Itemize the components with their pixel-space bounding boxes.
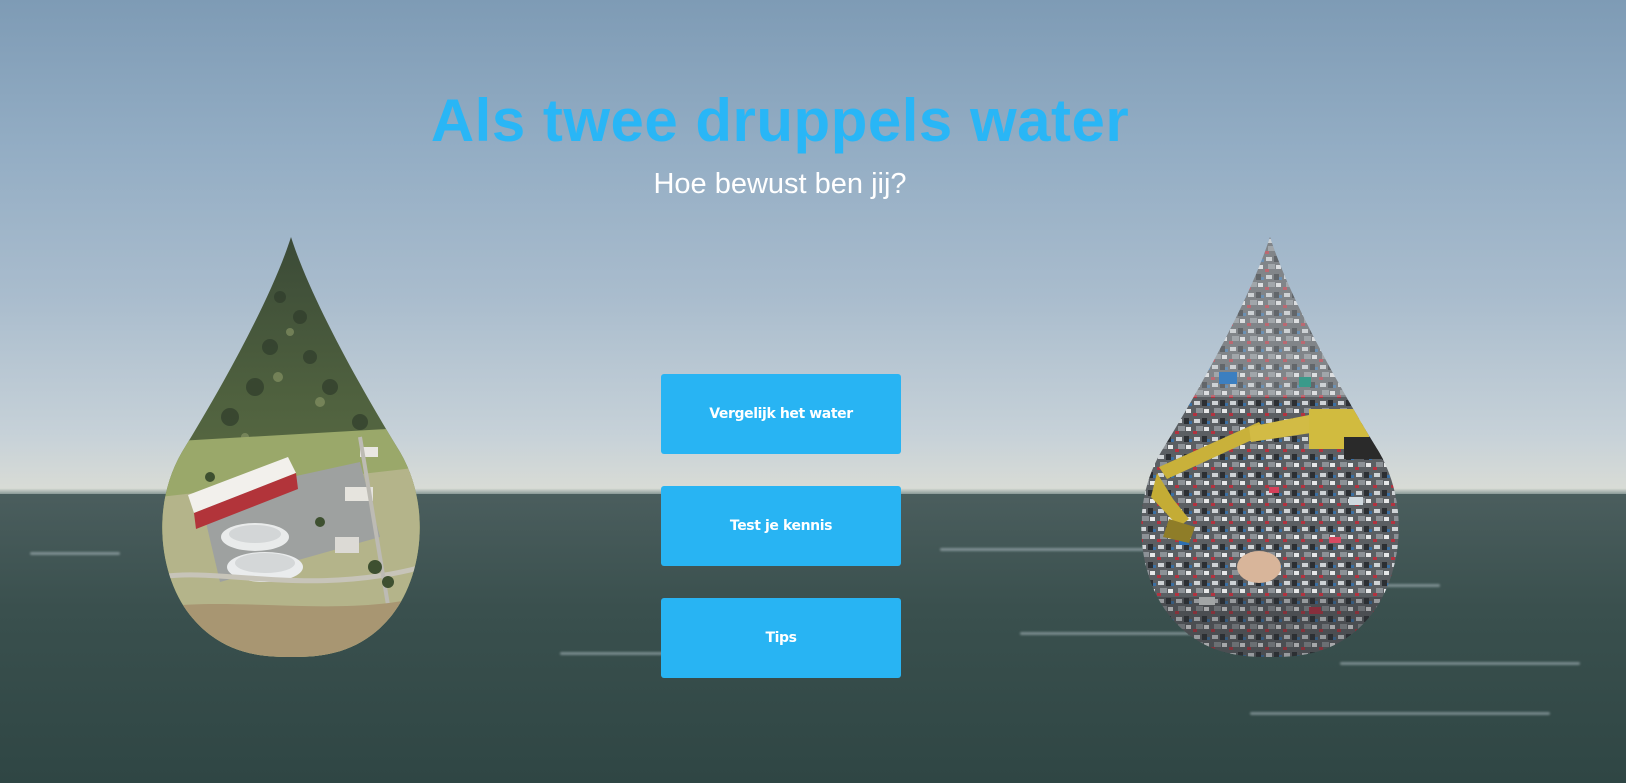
tips-button[interactable]: Tips: [661, 598, 901, 678]
treatment-plant-drop-graphic: [162, 237, 420, 657]
wave-highlight: [30, 552, 120, 555]
scene-background: Als twee druppels water Hoe bewust ben j…: [0, 0, 1626, 783]
left-drop-image: [160, 237, 422, 657]
right-drop-image: [1139, 237, 1401, 657]
page-title: Als twee druppels water: [430, 87, 1130, 154]
page-subtitle: Hoe bewust ben jij?: [653, 168, 907, 200]
test-knowledge-button[interactable]: Test je kennis: [661, 486, 901, 566]
wave-highlight: [1340, 662, 1580, 665]
wave-highlight: [1250, 712, 1550, 715]
compare-water-button[interactable]: Vergelijk het water: [661, 374, 901, 454]
wave-highlight: [940, 548, 1160, 551]
landfill-drop-graphic: [1141, 237, 1399, 657]
